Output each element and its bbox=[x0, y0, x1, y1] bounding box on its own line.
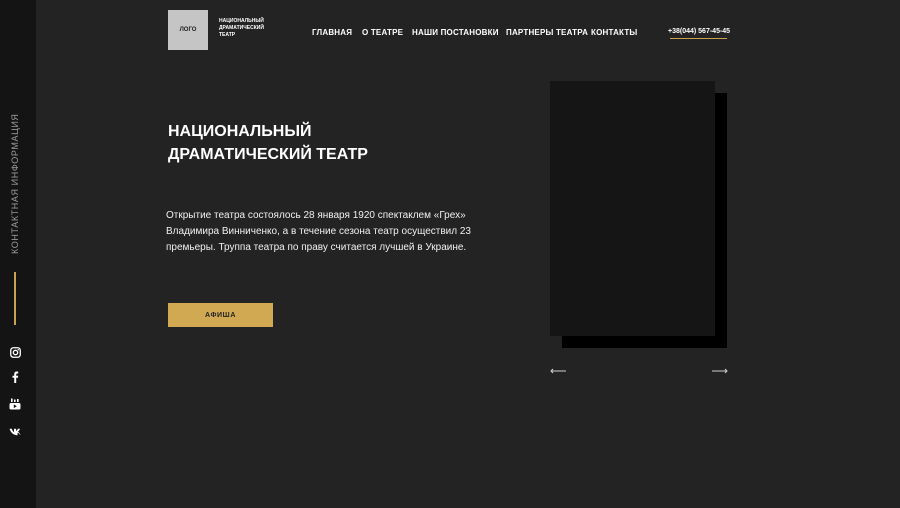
hero-description: Открытие театра состоялось 28 января 192… bbox=[166, 210, 471, 253]
nav-about[interactable]: О ТЕАТРЕ bbox=[362, 28, 403, 37]
nav-productions[interactable]: НАШИ ПОСТАНОВКИ bbox=[412, 28, 499, 37]
vk-icon[interactable] bbox=[8, 425, 22, 439]
hero-title-line2: ДРАМАТИЧЕСКИЙ ТЕАТР bbox=[168, 146, 368, 163]
afisha-button[interactable]: АФИША bbox=[168, 303, 273, 327]
slide-image[interactable] bbox=[550, 81, 715, 336]
contact-info-label[interactable]: КОНТАКТНАЯ ИНФОРМАЦИЯ bbox=[6, 113, 24, 254]
hero-title: НАЦИОНАЛЬНЫЙ ДРАМАТИЧЕСКИЙ ТЕАТР bbox=[168, 120, 428, 166]
logo[interactable]: ЛОГО bbox=[168, 10, 208, 50]
phone-underline bbox=[670, 38, 727, 39]
logo-caption: НАЦИОНАЛЬНЫЙ ДРАМАТИЧЕСКИЙ ТЕАТР bbox=[219, 18, 264, 38]
sidebar-accent-line bbox=[14, 272, 16, 325]
hero-title-line1: НАЦИОНАЛЬНЫЙ bbox=[168, 123, 312, 140]
instagram-icon[interactable] bbox=[8, 345, 22, 359]
nav-contacts[interactable]: КОНТАКТЫ bbox=[591, 28, 637, 37]
youtube-icon[interactable] bbox=[8, 397, 22, 411]
arrow-right-icon[interactable] bbox=[711, 365, 729, 375]
nav-home[interactable]: ГЛАВНАЯ bbox=[312, 28, 352, 37]
phone-link[interactable]: +38(044) 567-45-45 bbox=[668, 28, 730, 35]
sidebar: КОНТАКТНАЯ ИНФОРМАЦИЯ bbox=[0, 0, 36, 508]
arrow-left-icon[interactable] bbox=[549, 365, 567, 375]
facebook-icon[interactable] bbox=[8, 370, 22, 384]
nav-partners[interactable]: ПАРТНЕРЫ ТЕАТРА bbox=[506, 28, 588, 37]
